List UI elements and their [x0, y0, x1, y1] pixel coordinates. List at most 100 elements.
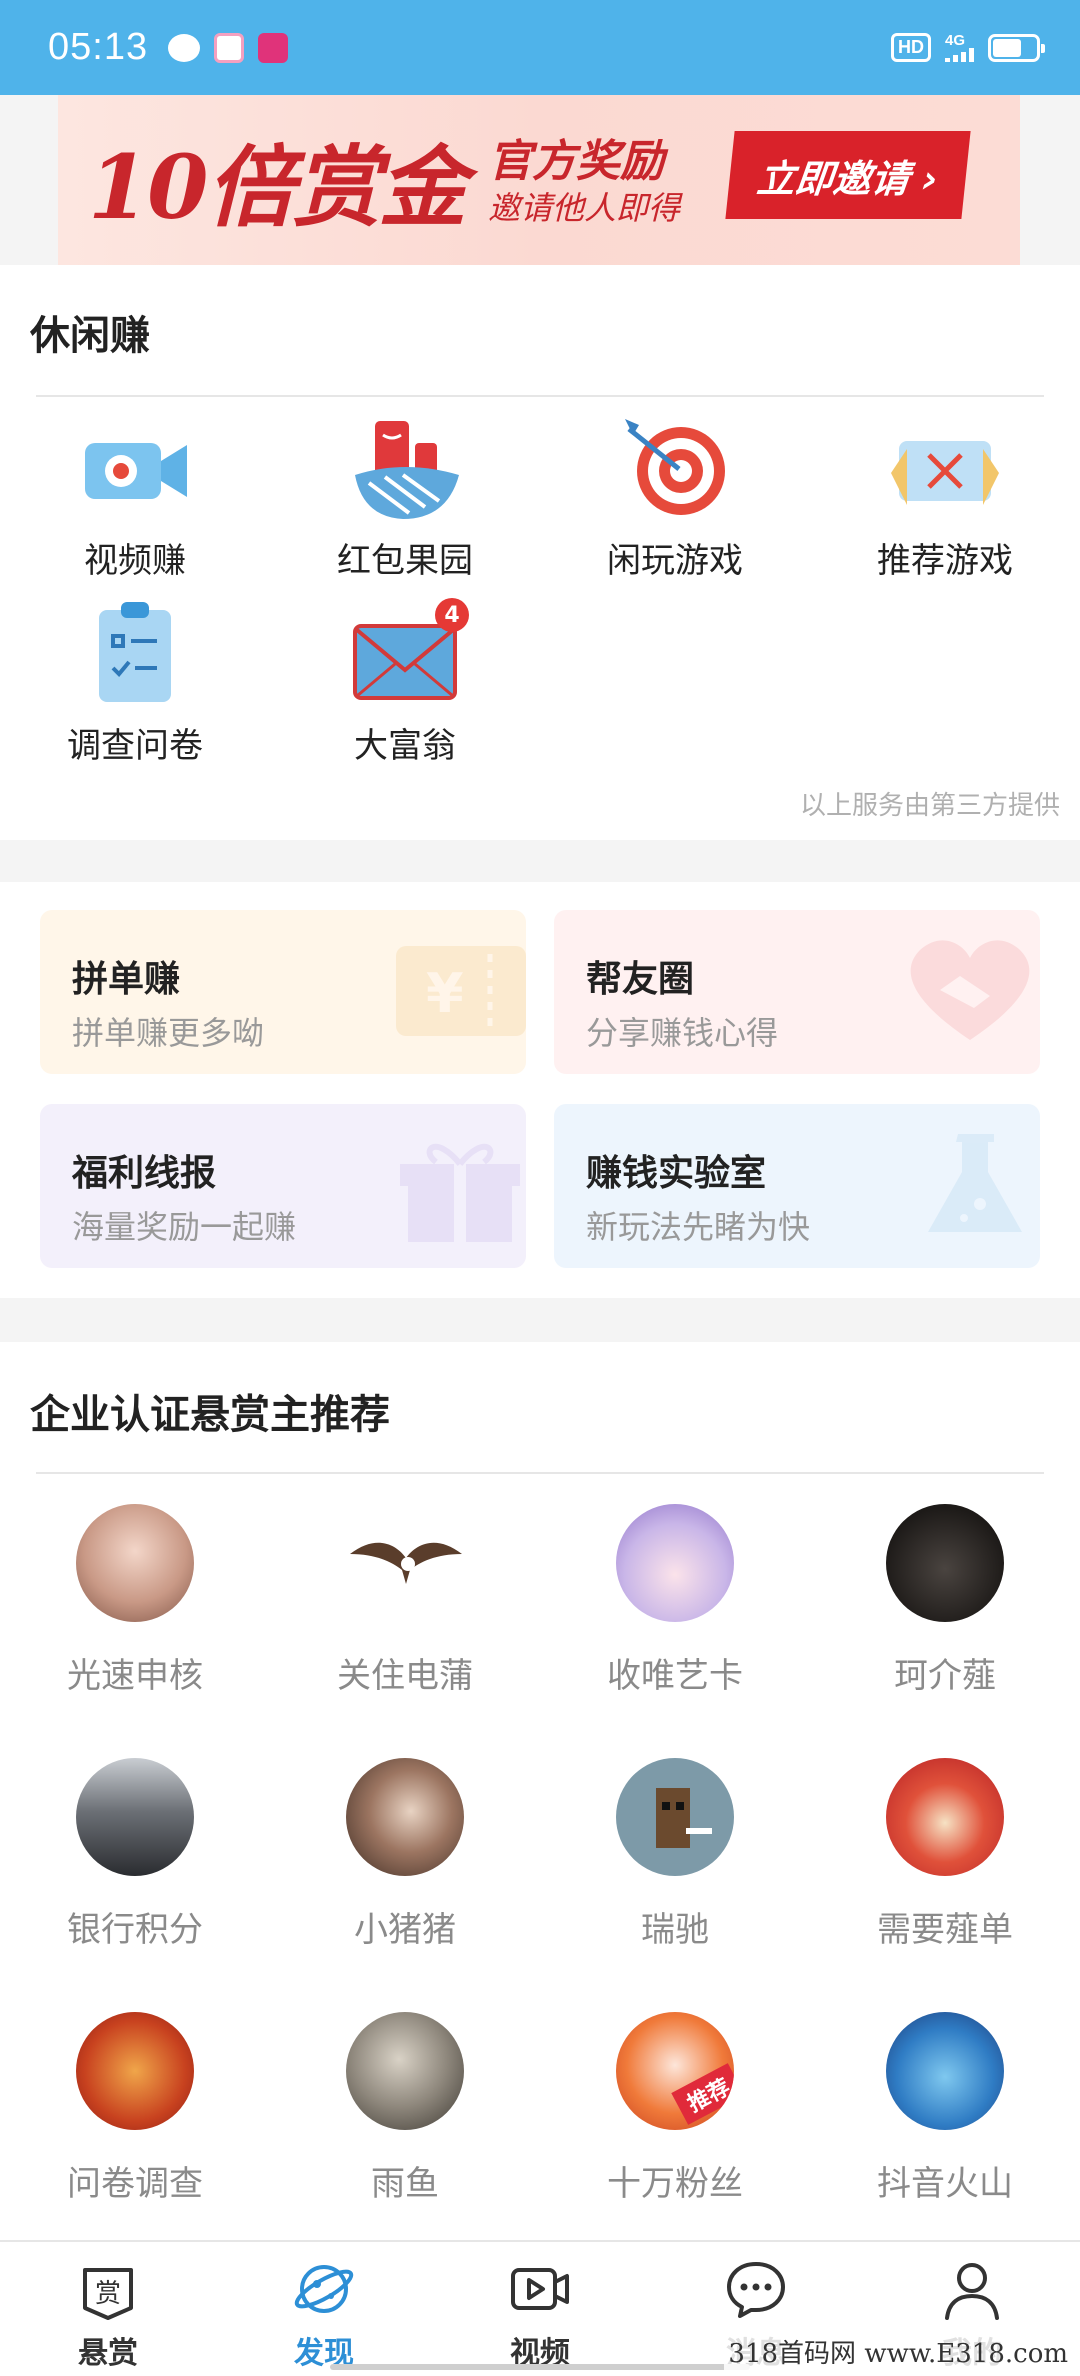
avatar — [886, 1758, 1004, 1876]
invite-now-button[interactable]: 立即邀请 › — [725, 131, 971, 219]
nav-discover[interactable]: 发现 — [216, 2242, 432, 2376]
grid-item-leisure-games[interactable]: 闲玩游戏 — [540, 413, 810, 582]
tile-title: 赚钱实验室 — [586, 1153, 767, 1194]
chat-bubble-icon — [727, 2262, 785, 2318]
tile-title: 帮友圈 — [586, 959, 695, 1000]
user-name: 十万粉丝 — [607, 2164, 743, 2204]
user-item[interactable]: 银行积分 — [0, 1758, 270, 1951]
target-dart-icon — [615, 413, 735, 523]
status-time: 05:13 — [48, 26, 149, 68]
user-item[interactable]: 小猪猪 — [270, 1758, 540, 1951]
video-camera-icon — [75, 413, 195, 523]
clipboard-survey-icon — [75, 598, 195, 708]
banner-line2: 邀请他人即得 — [488, 189, 681, 227]
avatar — [616, 1504, 734, 1622]
avatar: 推荐 — [616, 2012, 734, 2130]
user-item[interactable]: 收唯艺卡 — [540, 1504, 810, 1697]
tile-subtitle: 拼单赚更多呦 — [72, 1014, 265, 1052]
bottom-nav: 赏 悬赏 发现 视频 消息 我的 318首码网 www.E318.com — [0, 2240, 1080, 2376]
feature-tile-money-lab[interactable]: 赚钱实验室 新玩法先睹为快 — [554, 1104, 1040, 1268]
svg-text:赏: 赏 — [95, 2279, 121, 2309]
tile-subtitle: 新玩法先睹为快 — [586, 1208, 811, 1246]
avatar — [346, 2012, 464, 2130]
svg-text:¥: ¥ — [426, 962, 464, 1025]
message-notification-icon — [168, 33, 201, 62]
feature-section: 拼单赚 拼单赚更多呦 ¥ 帮友圈 分享赚钱心得 福利线报 海量奖励一起赚 赚钱实… — [0, 882, 1080, 1298]
banner-line1: 官方奖励 — [488, 136, 664, 187]
section-title: 休闲赚 — [30, 313, 150, 359]
user-item[interactable]: 问卷调查 — [0, 2012, 270, 2205]
app-notification-icon — [214, 32, 245, 63]
feature-tile-friend-circle[interactable]: 帮友圈 分享赚钱心得 — [554, 910, 1040, 1074]
unread-badge: 4 — [435, 598, 469, 632]
divider — [36, 395, 1044, 397]
flask-icon — [928, 1134, 1022, 1232]
avatar — [76, 1504, 194, 1622]
tile-title: 拼单赚 — [72, 959, 181, 1000]
gift-box-icon — [400, 1143, 520, 1242]
user-name: 瑞驰 — [641, 1910, 709, 1950]
user-name: 问卷调查 — [67, 2164, 203, 2204]
grid-item-video-earn[interactable]: 视频赚 — [0, 413, 270, 582]
leisure-section: 休闲赚 视频赚 红包果园 闲玩游戏 推荐游戏 调查问卷 4 大富翁 以上服务由第… — [0, 265, 1080, 840]
mail-envelope-icon: 4 — [345, 598, 469, 708]
user-name: 需要薤单 — [877, 1910, 1013, 1950]
avatar — [76, 1758, 194, 1876]
planet-icon — [294, 2265, 354, 2313]
recommend-section: 企业认证悬赏主推荐 光速申核 关住电蒲 收唯艺卡 珂介薤 银行积分 小猪猪 瑞驰… — [0, 1342, 1080, 2240]
user-item[interactable]: 雨鱼 — [270, 2012, 540, 2205]
third-party-note: 以上服务由第三方提供 — [799, 791, 1060, 821]
coupon-yen-icon: ¥ — [396, 946, 526, 1036]
battery-icon — [988, 33, 1045, 62]
signal-icon: 4G — [945, 33, 974, 62]
app-notification-icon — [258, 32, 289, 63]
user-name: 雨鱼 — [371, 2164, 439, 2204]
user-name: 珂介薤 — [894, 1656, 996, 1696]
grid-item-recommended-games[interactable]: 推荐游戏 — [810, 413, 1080, 582]
home-indicator[interactable] — [330, 2364, 750, 2370]
user-item[interactable]: 关住电蒲 — [270, 1504, 540, 1697]
avatar — [346, 1504, 464, 1622]
grid-item-red-envelope-orchard[interactable]: 红包果园 — [270, 413, 540, 582]
grid-item-monopoly[interactable]: 4 大富翁 — [270, 598, 540, 767]
user-item[interactable]: 需要薤单 — [810, 1758, 1080, 1951]
banner-area: 10倍赏金 官方奖励 邀请他人即得 立即邀请 › — [0, 95, 1080, 265]
nav-reward[interactable]: 赏 悬赏 — [0, 2242, 216, 2376]
avatar — [886, 1504, 1004, 1622]
user-item[interactable]: 抖音火山 — [810, 2012, 1080, 2205]
grid-item-label: 推荐游戏 — [877, 541, 1013, 581]
grid-item-label: 红包果园 — [337, 541, 473, 581]
person-icon — [945, 2263, 999, 2320]
user-item[interactable]: 珂介薤 — [810, 1504, 1080, 1697]
user-name: 收唯艺卡 — [607, 1656, 743, 1696]
status-bar: 05:13 HD 4G — [0, 0, 1080, 95]
avatar — [76, 2012, 194, 2130]
user-name: 小猪猪 — [354, 1910, 456, 1950]
avatar — [886, 2012, 1004, 2130]
heart-handshake-icon — [910, 940, 1030, 1040]
user-name: 银行积分 — [67, 1910, 203, 1950]
network-type: 4G — [945, 32, 966, 49]
nav-video[interactable]: 视频 — [432, 2242, 648, 2376]
divider — [36, 1472, 1044, 1474]
red-envelope-orchard-icon — [345, 413, 465, 523]
user-name: 抖音火山 — [877, 2164, 1013, 2204]
gamepad-icon — [885, 413, 1005, 523]
video-play-icon — [511, 2268, 569, 2310]
grid-item-label: 调查问卷 — [67, 726, 203, 766]
reward-icon: 赏 — [83, 2268, 133, 2320]
grid-item-label: 闲玩游戏 — [607, 541, 743, 581]
nav-label: 悬赏 — [78, 2336, 138, 2371]
user-item[interactable]: 瑞驰 — [540, 1758, 810, 1951]
hd-icon: HD — [891, 33, 931, 62]
feature-tile-group-buy[interactable]: 拼单赚 拼单赚更多呦 ¥ — [40, 910, 526, 1074]
recommend-badge: 推荐 — [671, 2063, 734, 2125]
user-name: 关住电蒲 — [337, 1656, 473, 1696]
user-item[interactable]: 光速申核 — [0, 1504, 270, 1697]
grid-item-label: 大富翁 — [354, 726, 456, 766]
feature-tile-welfare-news[interactable]: 福利线报 海量奖励一起赚 — [40, 1104, 526, 1268]
tile-subtitle: 海量奖励一起赚 — [72, 1208, 297, 1246]
user-item[interactable]: 推荐 十万粉丝 — [540, 2012, 810, 2205]
grid-item-survey[interactable]: 调查问卷 — [0, 598, 270, 767]
invite-banner[interactable]: 10倍赏金 官方奖励 邀请他人即得 立即邀请 › — [58, 95, 1020, 265]
